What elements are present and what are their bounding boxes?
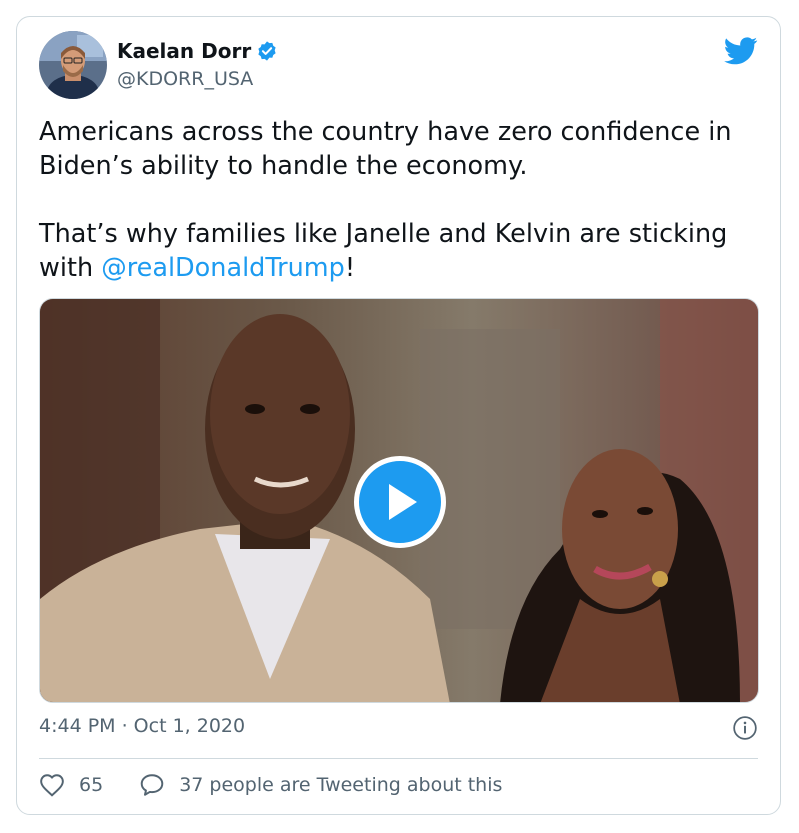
divider <box>39 758 758 759</box>
tweet-timestamp[interactable]: 4:44 PM · Oct 1, 2020 <box>39 715 245 737</box>
play-button[interactable] <box>354 456 446 548</box>
verified-badge-icon <box>256 40 278 62</box>
avatar[interactable] <box>39 31 107 99</box>
mention-link[interactable]: @realDonaldTrump <box>101 253 345 283</box>
engagement-bar: 65 37 people are Tweeting about this <box>39 772 502 798</box>
tweet-text-end: ! <box>344 253 356 283</box>
like-count: 65 <box>79 774 104 796</box>
conversation-label: 37 people are Tweeting about this <box>179 774 503 796</box>
author-name-row[interactable]: Kaelan Dorr <box>117 39 278 63</box>
conversation-link[interactable]: 37 people are Tweeting about this <box>139 772 502 798</box>
heart-icon <box>40 774 64 797</box>
info-icon[interactable] <box>732 715 758 741</box>
video-thumbnail[interactable] <box>39 298 759 703</box>
like-button[interactable]: 65 <box>39 773 139 797</box>
speech-bubble-icon <box>140 774 164 796</box>
twitter-bird-icon[interactable] <box>724 37 758 65</box>
author-handle[interactable]: @KDORR_USA <box>117 68 253 90</box>
author-name[interactable]: Kaelan Dorr <box>117 39 251 63</box>
tweet-text: Americans across the country have zero c… <box>39 115 764 285</box>
play-icon <box>389 484 417 520</box>
tweet-card: Kaelan Dorr @KDORR_USA Americans across … <box>16 16 781 815</box>
